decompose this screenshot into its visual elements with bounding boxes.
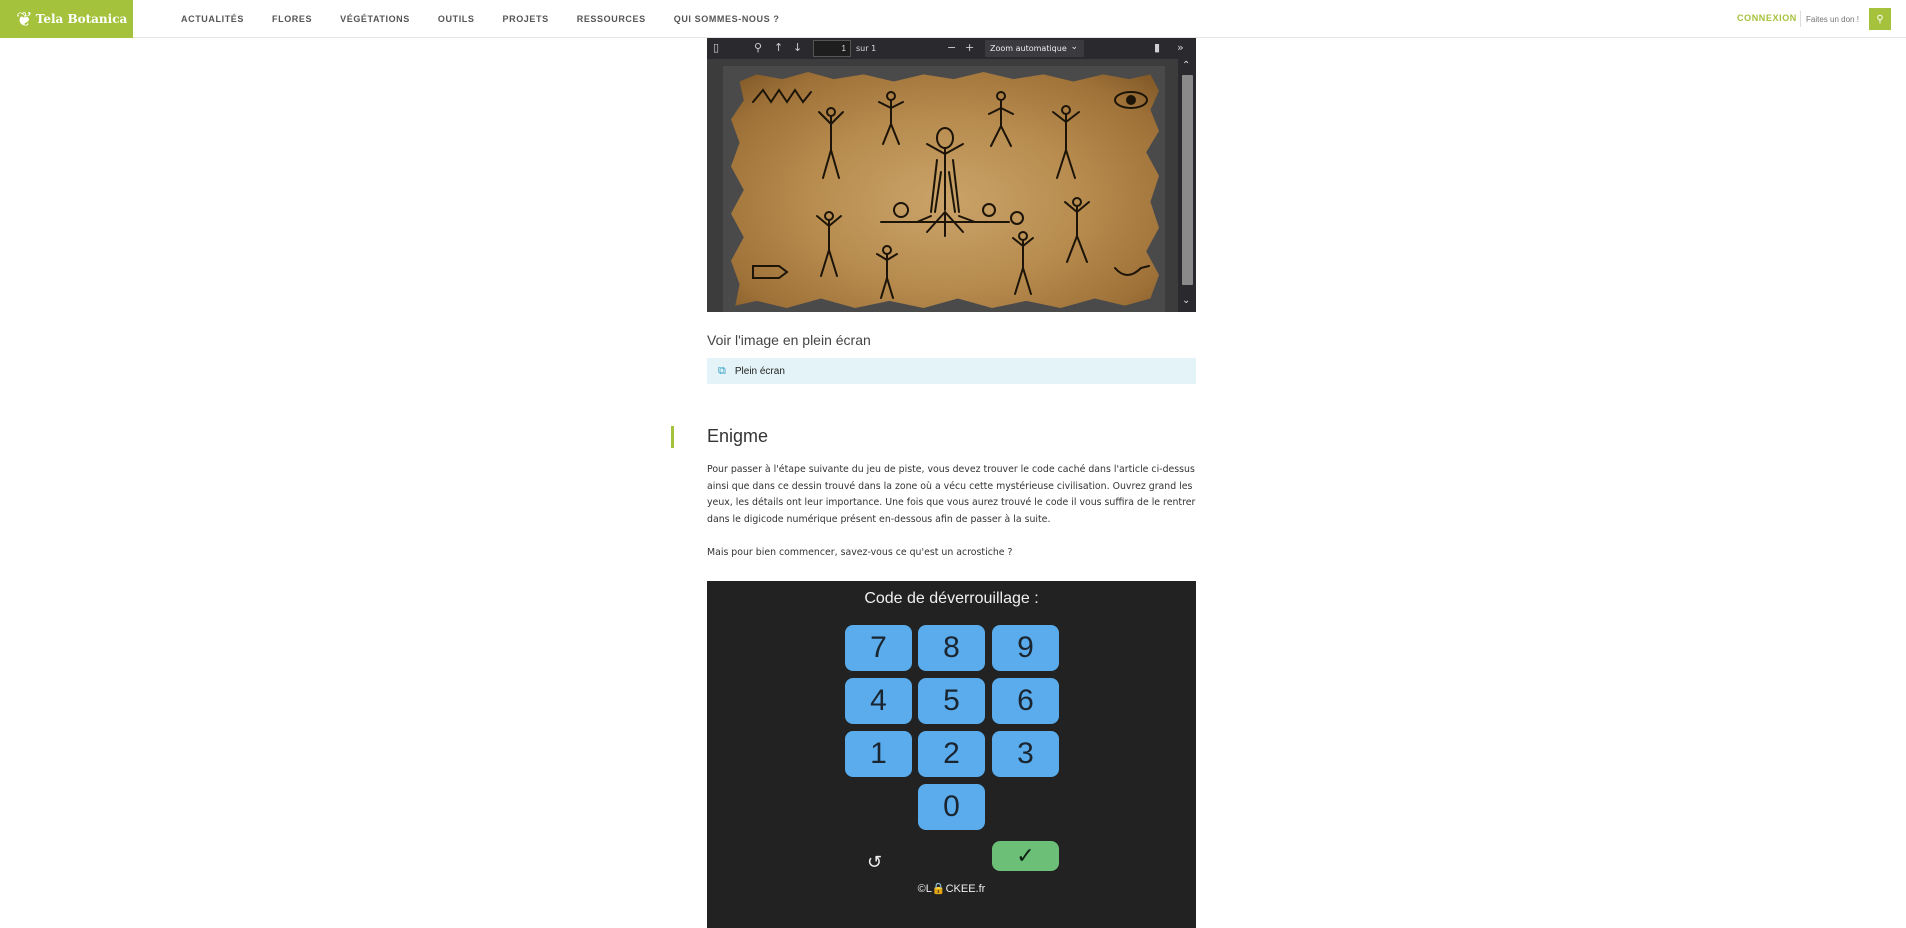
digicode-widget: Code de déverrouillage : 7 8 9 4 5 6 1 2… [707,581,1196,928]
pdf-toolbar: ▯ ⚲ ↑ ↓ sur 1 − + Zoom automatique ⌄ ▮ » [707,38,1196,59]
section-accent-bar [671,426,674,448]
reset-icon[interactable]: ↺ [867,852,882,873]
section-title: Enigme [707,426,769,446]
fullscreen-link[interactable]: ⧉ Plein écran [707,358,1196,384]
key-7[interactable]: 7 [845,625,912,671]
key-8[interactable]: 8 [918,625,985,671]
search-icon[interactable]: ⚲ [754,41,762,54]
page-number-input[interactable] [813,40,851,57]
arrow-up-icon[interactable]: ↑ [774,41,783,54]
lockee-brand[interactable]: ©L🔒CKEE.fr [707,882,1196,895]
nav-item-flores[interactable]: FLORES [272,14,312,24]
scrollbar-thumb[interactable] [1182,75,1193,285]
cave-drawing-image [731,72,1159,308]
key-4[interactable]: 4 [845,678,912,724]
zoom-in-icon[interactable]: + [965,41,974,54]
external-link-icon: ⧉ [718,364,726,377]
fullscreen-link-label: Plein écran [734,365,785,377]
nav-item-projets[interactable]: PROJETS [503,14,549,24]
acrostiche-question: Mais pour bien commencer, savez-vous ce … [707,547,1013,558]
login-link[interactable]: CONNEXION [1737,13,1797,23]
sidebar-toggle-icon[interactable]: ▯ [713,41,719,54]
key-2[interactable]: 2 [918,731,985,777]
key-3[interactable]: 3 [992,731,1059,777]
fullscreen-heading: Voir l'image en plein écran [707,332,871,348]
site-header: ❦ Tela Botanica ACTUALITÉS FLORES VÉGÉTA… [0,0,1906,38]
double-chevron-right-icon[interactable]: » [1177,41,1184,54]
bookmark-icon[interactable]: ▮ [1154,41,1160,54]
nav-item-vegetations[interactable]: VÉGÉTATIONS [340,14,410,24]
logo-text: Tela Botanica [35,12,128,26]
chevron-down-icon: ⌄ [1070,42,1078,52]
key-9[interactable]: 9 [992,625,1059,671]
zoom-select[interactable]: Zoom automatique ⌄ [985,40,1084,57]
key-1[interactable]: 1 [845,731,912,777]
header-divider [1800,11,1801,27]
main-nav: ACTUALITÉS FLORES VÉGÉTATIONS OUTILS PRO… [181,0,807,38]
cave-drawing-figures [752,88,1150,299]
leaf-icon: ❦ [16,7,33,31]
checkmark-icon: ✓ [1016,843,1035,869]
donate-search-button[interactable]: ⚲ [1869,8,1891,30]
digicode-title: Code de déverrouillage : [864,590,1039,607]
key-6[interactable]: 6 [992,678,1059,724]
chevron-down-icon[interactable]: ⌄ [1182,295,1190,306]
key-0[interactable]: 0 [918,784,985,830]
page-count: sur 1 [856,44,877,53]
site-logo[interactable]: ❦ Tela Botanica [0,0,133,38]
donate-input[interactable] [1806,10,1870,28]
key-5[interactable]: 5 [918,678,985,724]
nav-item-ressources[interactable]: RESSOURCES [577,14,646,24]
enigme-paragraph: Pour passer à l'étape suivante du jeu de… [707,464,1196,525]
arrow-down-icon[interactable]: ↓ [793,41,802,54]
pdf-viewer: ▯ ⚲ ↑ ↓ sur 1 − + Zoom automatique ⌄ ▮ » [707,38,1196,312]
zoom-value: Zoom automatique [990,44,1067,53]
nav-item-actualites[interactable]: ACTUALITÉS [181,14,244,24]
pdf-scrollbar[interactable]: ⌃ ⌄ [1178,59,1196,312]
validate-button[interactable]: ✓ [992,841,1059,871]
zoom-out-icon[interactable]: − [947,41,956,54]
chevron-up-icon[interactable]: ⌃ [1182,60,1190,71]
pdf-page [723,66,1165,312]
search-icon: ⚲ [1876,13,1884,25]
nav-item-outils[interactable]: OUTILS [438,14,475,24]
nav-item-qui-sommes-nous[interactable]: QUI SOMMES-NOUS ? [674,14,780,24]
